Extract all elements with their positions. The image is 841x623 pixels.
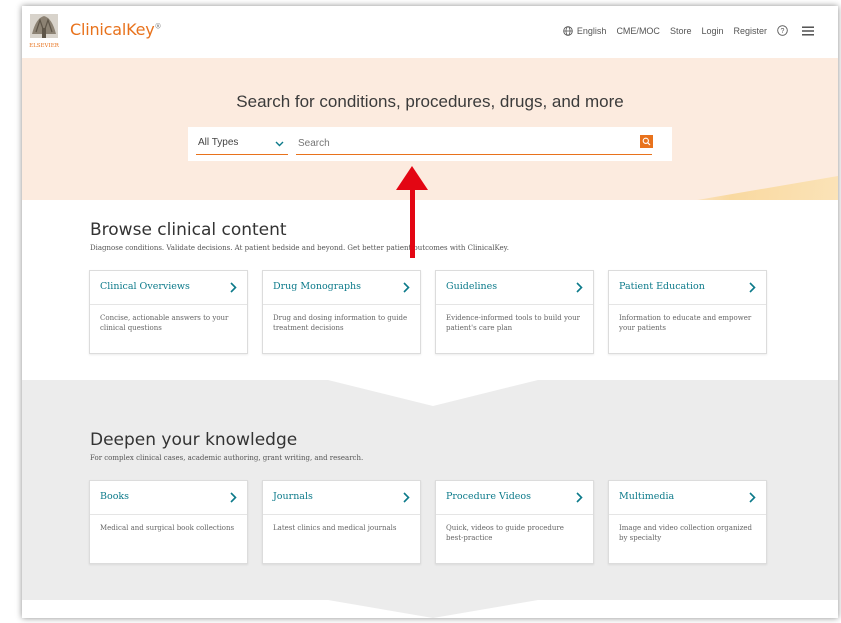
nav-register[interactable]: Register bbox=[733, 26, 767, 36]
type-select[interactable]: All Types bbox=[196, 133, 288, 155]
card-description: Evidence-informed tools to build your pa… bbox=[446, 314, 580, 332]
browser-page: ELSEVIER ClinicalKey® English CME/MOC St… bbox=[22, 6, 838, 618]
card-description: Drug and dosing information to guide tre… bbox=[273, 314, 408, 332]
chevron-right-icon bbox=[576, 282, 583, 296]
chevron-right-icon bbox=[576, 492, 583, 506]
card-title: Journals bbox=[273, 491, 313, 502]
search-button[interactable] bbox=[640, 135, 653, 148]
card-title: Guidelines bbox=[446, 281, 498, 292]
hero-title: Search for conditions, procedures, drugs… bbox=[236, 92, 624, 111]
chevron-right-icon bbox=[403, 282, 410, 296]
card-description: Latest clinics and medical journals bbox=[273, 524, 397, 532]
card-description: Quick, videos to guide procedure best-pr… bbox=[446, 524, 564, 542]
decorative-stripe bbox=[697, 176, 838, 200]
section-divider-notch bbox=[328, 600, 538, 618]
search-bar: All Types bbox=[188, 127, 672, 161]
nav-cme-moc[interactable]: CME/MOC bbox=[616, 26, 660, 36]
deepen-subtitle: For complex clinical cases, academic aut… bbox=[90, 454, 364, 462]
card-procedure-videos[interactable]: Procedure Videos Quick, videos to guide … bbox=[435, 480, 594, 564]
nav-store[interactable]: Store bbox=[670, 26, 692, 36]
elsevier-logo[interactable]: ELSEVIER bbox=[28, 12, 60, 50]
hero-search-section: Search for conditions, procedures, drugs… bbox=[22, 58, 838, 200]
card-description: Concise, actionable answers to your clin… bbox=[100, 314, 229, 332]
search-icon bbox=[642, 133, 651, 151]
clinicalkey-logo[interactable]: ClinicalKey® bbox=[70, 20, 162, 39]
type-select-value: All Types bbox=[198, 137, 239, 148]
annotation-arrow-shaft bbox=[410, 188, 415, 258]
card-books[interactable]: Books Medical and surgical book collecti… bbox=[89, 480, 248, 564]
card-description: Information to educate and empower your … bbox=[619, 314, 752, 332]
card-journals[interactable]: Journals Latest clinics and medical jour… bbox=[262, 480, 421, 564]
nav-login[interactable]: Login bbox=[701, 26, 723, 36]
top-nav: English CME/MOC Store Login Register ? bbox=[563, 25, 814, 36]
card-title: Clinical Overviews bbox=[100, 281, 190, 292]
card-drug-monographs[interactable]: Drug Monographs Drug and dosing informat… bbox=[262, 270, 421, 354]
deepen-title: Deepen your knowledge bbox=[90, 430, 298, 450]
search-input[interactable] bbox=[296, 133, 652, 155]
menu-icon[interactable] bbox=[802, 26, 814, 36]
browse-subtitle: Diagnose conditions. Validate decisions.… bbox=[90, 244, 509, 252]
card-title: Patient Education bbox=[619, 281, 705, 292]
chevron-right-icon bbox=[403, 492, 410, 506]
chevron-right-icon bbox=[230, 492, 237, 506]
card-multimedia[interactable]: Multimedia Image and video collection or… bbox=[608, 480, 767, 564]
card-title: Books bbox=[100, 491, 130, 502]
globe-icon bbox=[563, 25, 573, 36]
card-patient-education[interactable]: Patient Education Information to educate… bbox=[608, 270, 767, 354]
logo-trademark: ® bbox=[154, 22, 162, 31]
annotation-arrow-head bbox=[396, 166, 428, 190]
card-description: Image and video collection organized by … bbox=[619, 524, 753, 542]
site-header: ELSEVIER ClinicalKey® English CME/MOC St… bbox=[22, 6, 838, 58]
card-description: Medical and surgical book collections bbox=[100, 524, 235, 532]
svg-text:?: ? bbox=[781, 28, 785, 35]
card-title: Procedure Videos bbox=[446, 491, 532, 502]
publisher-wordmark: ELSEVIER bbox=[29, 43, 60, 49]
chevron-right-icon bbox=[749, 282, 756, 296]
chevron-down-icon bbox=[275, 139, 284, 150]
chevron-right-icon bbox=[230, 282, 237, 296]
card-title: Multimedia bbox=[619, 491, 675, 502]
card-guidelines[interactable]: Guidelines Evidence-informed tools to bu… bbox=[435, 270, 594, 354]
language-selector[interactable]: English bbox=[563, 25, 607, 36]
card-clinical-overviews[interactable]: Clinical Overviews Concise, actionable a… bbox=[89, 270, 248, 354]
help-icon[interactable]: ? bbox=[777, 25, 788, 36]
browse-title: Browse clinical content bbox=[90, 220, 287, 240]
card-title: Drug Monographs bbox=[273, 281, 362, 292]
language-label: English bbox=[576, 25, 607, 36]
logo-text: ClinicalKey bbox=[70, 20, 155, 39]
chevron-right-icon bbox=[749, 492, 756, 506]
